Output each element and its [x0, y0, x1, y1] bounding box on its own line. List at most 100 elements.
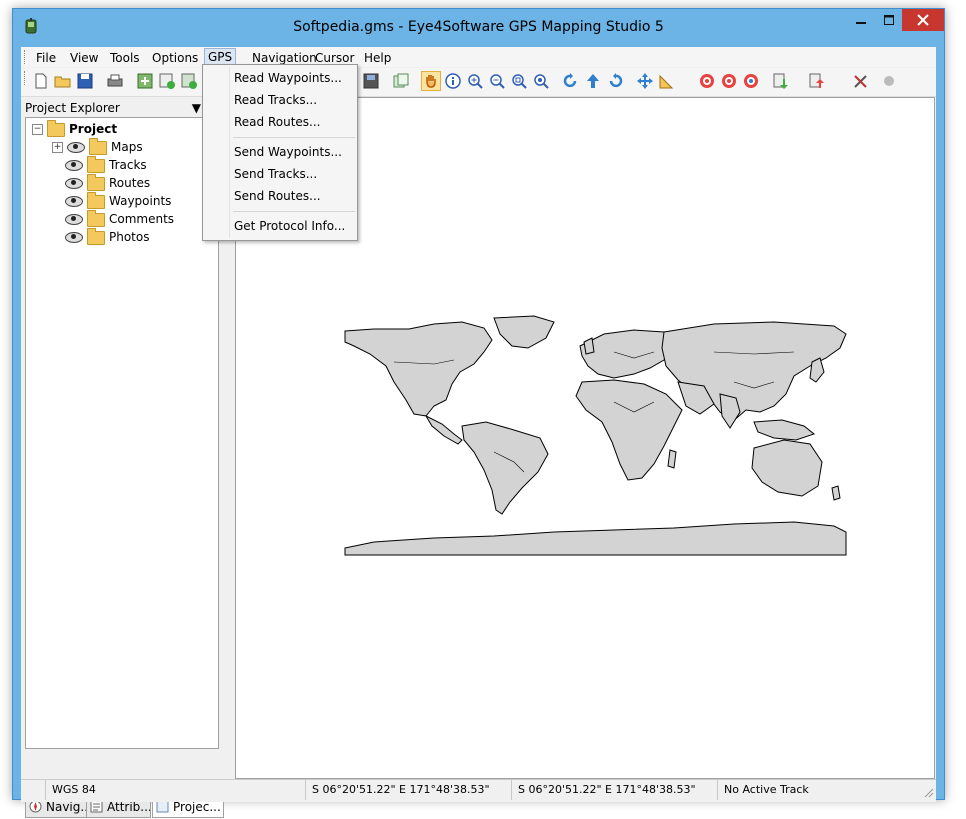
menu-tools[interactable]: Tools [107, 50, 143, 66]
explorer-dropdown-icon[interactable]: ▼ [192, 99, 201, 117]
add-item-icon [181, 73, 197, 89]
download-button[interactable] [771, 71, 791, 91]
zoom-in-button[interactable] [465, 71, 485, 91]
visibility-eye-icon[interactable] [65, 214, 83, 225]
visibility-eye-icon[interactable] [65, 196, 83, 207]
target-center-button[interactable] [719, 71, 739, 91]
rotate-left-button[interactable] [561, 71, 581, 91]
folder-icon [87, 227, 105, 245]
open-icon [54, 76, 71, 88]
menu-item-read-tracks[interactable]: Read Tracks... [234, 93, 317, 107]
add-map-button[interactable] [135, 71, 155, 91]
resize-grip-icon[interactable] [922, 786, 934, 798]
save-button[interactable] [75, 71, 95, 91]
record-icon [884, 76, 894, 86]
menu-item-read-waypoints[interactable]: Read Waypoints... [234, 71, 342, 85]
open-button[interactable] [53, 71, 73, 91]
visibility-eye-icon[interactable] [65, 178, 83, 189]
menu-help[interactable]: Help [361, 50, 394, 66]
minimize-button[interactable] [847, 9, 875, 31]
add-item-button[interactable] [179, 71, 199, 91]
status-bar: WGS 84 S 06°20'51.22" E 171°48'38.53" S … [21, 779, 936, 802]
save-icon [77, 73, 93, 89]
copy-button[interactable] [391, 71, 411, 91]
info-icon [445, 73, 461, 89]
menu-item-send-tracks[interactable]: Send Tracks... [234, 167, 317, 181]
tree-root-label: Project [69, 122, 118, 136]
folder-icon [87, 209, 105, 227]
zoom-extent-button[interactable] [531, 71, 551, 91]
maximize-button[interactable] [875, 9, 903, 31]
tree-item-label: Routes [109, 176, 151, 190]
settings-tools-button[interactable] [851, 71, 871, 91]
measure-button[interactable] [657, 71, 677, 91]
target-track-button[interactable] [741, 71, 761, 91]
explorer-title: Project Explorer [25, 101, 120, 115]
zoom-out-icon [490, 74, 505, 89]
menu-item-get-protocol-info[interactable]: Get Protocol Info... [234, 219, 345, 233]
menu-options[interactable]: Options [149, 50, 201, 66]
target-red-icon [700, 74, 714, 88]
title-bar[interactable]: Softpedia.gms - Eye4Software GPS Mapping… [13, 9, 944, 47]
menu-view[interactable]: View [67, 50, 101, 66]
menu-separator [233, 137, 355, 138]
new-button[interactable] [31, 71, 51, 91]
upload-button[interactable] [807, 71, 827, 91]
project-tree: − Project + Maps Tracks Routes Waypoints C… [25, 117, 219, 749]
expand-icon[interactable]: + [52, 142, 63, 153]
zoom-out-button[interactable] [487, 71, 507, 91]
tree-item-routes[interactable]: Routes [65, 173, 151, 192]
target-red-button[interactable] [697, 71, 717, 91]
toolbar-grip[interactable] [24, 71, 28, 85]
collapse-icon[interactable]: − [32, 124, 43, 135]
menu-item-send-routes[interactable]: Send Routes... [234, 189, 321, 203]
visibility-eye-icon[interactable] [65, 232, 83, 243]
menu-gutter [229, 67, 230, 238]
tree-item-photos[interactable]: Photos [65, 227, 150, 246]
pan-icon [426, 75, 436, 88]
menu-item-read-routes[interactable]: Read Routes... [234, 115, 321, 129]
settings-tools-icon [854, 75, 867, 88]
tree-root[interactable]: − Project [32, 119, 118, 138]
add-map-icon [137, 73, 153, 89]
record-button[interactable] [879, 71, 899, 91]
print-icon [107, 74, 123, 87]
status-position-1: S 06°20'51.22" E 171°48'38.53" [305, 780, 508, 800]
print-button[interactable] [105, 71, 125, 91]
measure-icon [659, 74, 674, 89]
maximize-icon [884, 15, 894, 25]
pan-button[interactable] [421, 71, 441, 91]
gps-dropdown-menu: Read Waypoints... Read Tracks... Read Ro… [202, 64, 358, 241]
toolbar [21, 68, 936, 97]
close-button[interactable] [902, 9, 944, 31]
move-button[interactable] [635, 71, 655, 91]
folder-icon [89, 137, 107, 155]
tree-item-tracks[interactable]: Tracks [65, 155, 147, 174]
client-area: File View Tools Options GPS Navigation C… [21, 47, 936, 818]
info-button[interactable] [443, 71, 463, 91]
zoom-window-button[interactable] [509, 71, 529, 91]
visibility-eye-icon[interactable] [67, 142, 85, 153]
add-layer-button[interactable] [157, 71, 177, 91]
menu-grip[interactable] [24, 50, 28, 64]
app-window: Softpedia.gms - Eye4Software GPS Mapping… [12, 8, 945, 818]
tab-label: Navig... [46, 800, 90, 814]
folder-icon [87, 155, 105, 173]
status-datum: WGS 84 [45, 780, 306, 800]
tree-item-label: Waypoints [109, 194, 172, 208]
tree-item-maps[interactable]: + Maps [52, 137, 143, 156]
map-save-button[interactable] [361, 71, 381, 91]
tab-label: Projec... [173, 800, 221, 814]
up-arrow-button[interactable] [583, 71, 603, 91]
menu-item-send-waypoints[interactable]: Send Waypoints... [234, 145, 342, 159]
tree-item-label: Tracks [109, 158, 147, 172]
visibility-eye-icon[interactable] [65, 160, 83, 171]
copy-icon [393, 73, 409, 88]
tab-label: Attrib... [107, 800, 151, 814]
target-center-icon [722, 74, 736, 88]
tree-item-waypoints[interactable]: Waypoints [65, 191, 172, 210]
menu-file[interactable]: File [33, 50, 59, 66]
tree-item-label: Photos [109, 230, 150, 244]
rotate-right-button[interactable] [605, 71, 625, 91]
tree-item-comments[interactable]: Comments [65, 209, 174, 228]
